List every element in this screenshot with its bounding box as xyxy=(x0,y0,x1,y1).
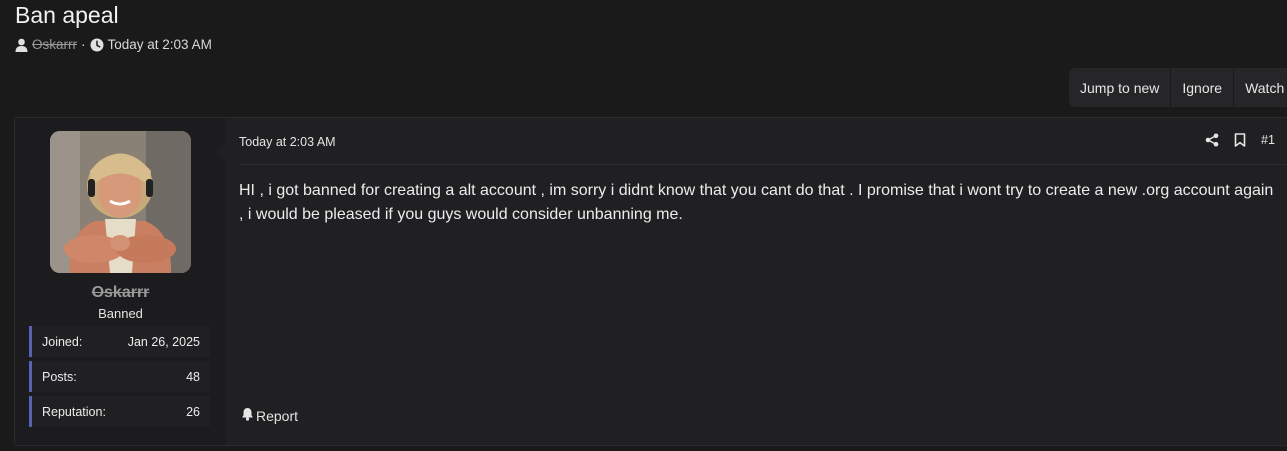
report-button[interactable]: Report xyxy=(241,407,298,424)
thread-author-link[interactable]: Oskarrr xyxy=(32,37,77,52)
post-body: HI , i got banned for creating a alt acc… xyxy=(239,182,1274,223)
thread-date-link[interactable]: Today at 2:03 AM xyxy=(108,37,212,52)
stat-value: 48 xyxy=(186,369,200,384)
thread-page: Ban apeal Oskarrr · Today at 2:03 AM Jum… xyxy=(0,0,1287,451)
share-icon[interactable] xyxy=(1205,133,1219,147)
bell-icon xyxy=(241,407,254,424)
user-icon xyxy=(15,38,28,52)
post-number-link[interactable]: #1 xyxy=(1261,133,1275,147)
thread-meta: Oskarrr · Today at 2:03 AM xyxy=(15,37,212,52)
stat-value: Jan 26, 2025 xyxy=(127,334,200,349)
user-title: Banned xyxy=(98,306,143,321)
thread-title: Ban apeal xyxy=(15,2,119,28)
post: Oskarrr Banned Joined: Jan 26, 2025 Post… xyxy=(14,117,1287,446)
thread-actions: Jump to new Ignore Watch xyxy=(1069,68,1287,107)
avatar[interactable] xyxy=(50,131,191,273)
post-tools: #1 xyxy=(1205,133,1275,147)
post-date-link[interactable]: Today at 2:03 AM xyxy=(239,135,336,149)
post-username[interactable]: Oskarrr xyxy=(15,284,226,302)
bookmark-icon[interactable] xyxy=(1234,133,1246,147)
post-header-divider xyxy=(239,164,1287,165)
stat-reputation: Reputation: 26 xyxy=(29,396,210,427)
report-label: Report xyxy=(256,407,299,424)
meta-separator: · xyxy=(81,37,86,52)
clock-icon xyxy=(90,38,104,52)
post-arrow xyxy=(216,142,226,162)
ignore-button[interactable]: Ignore xyxy=(1171,68,1233,107)
stat-posts: Posts: 48 xyxy=(29,361,210,392)
jump-to-new-button[interactable]: Jump to new xyxy=(1069,68,1170,107)
watch-button[interactable]: Watch xyxy=(1234,68,1287,107)
stat-label: Reputation: xyxy=(42,404,106,419)
stat-joined: Joined: Jan 26, 2025 xyxy=(29,326,210,357)
stat-label: Joined: xyxy=(42,334,83,349)
post-user-column: Oskarrr Banned Joined: Jan 26, 2025 Post… xyxy=(15,118,226,445)
stat-label: Posts: xyxy=(42,369,77,384)
stat-value: 26 xyxy=(186,404,200,419)
